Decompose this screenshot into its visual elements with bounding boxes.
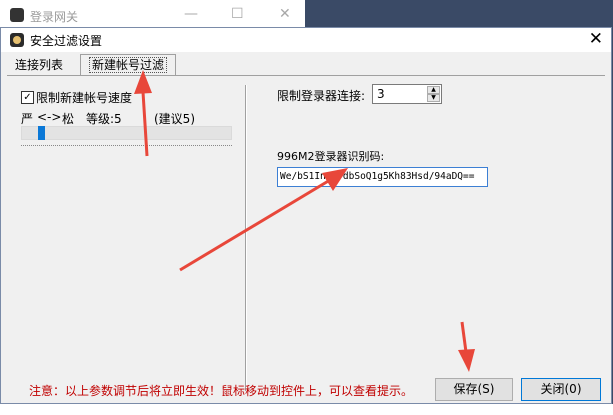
limit-connections-spinner[interactable]: 3 ▲ ▼ xyxy=(372,84,442,104)
speed-slider[interactable] xyxy=(21,126,232,140)
speed-strict-label: 严 xyxy=(21,112,34,126)
limit-connections-value[interactable]: 3 xyxy=(377,87,385,101)
limit-speed-label: 限制新建帐号速度 xyxy=(36,91,133,105)
spinner-down-icon[interactable]: ▼ xyxy=(427,94,440,102)
speed-suggest-text: (建议5) xyxy=(154,112,195,126)
spinner-up-icon[interactable]: ▲ xyxy=(427,86,440,94)
speed-loose-label: 松 xyxy=(62,112,75,126)
close-icon[interactable]: ✕ xyxy=(589,29,603,49)
speed-arrows-label: <-> xyxy=(37,110,62,124)
save-button[interactable]: 保存(S) xyxy=(435,378,513,401)
dialog-title: 安全过滤设置 xyxy=(30,34,103,48)
background-window-title: 登录网关 xyxy=(30,10,79,24)
tab-panel-border xyxy=(7,75,605,76)
tab-new-account-filter[interactable]: 新建帐号过滤 xyxy=(80,54,177,76)
tab-new-account-filter-label: 新建帐号过滤 xyxy=(89,57,168,73)
slider-ticks xyxy=(21,145,232,149)
speed-level-text: 等级:5 xyxy=(86,112,122,126)
launcher-code-input[interactable]: We/bS1In8Y+dbSoQ1g5Kh83Hsd/94aDQ== xyxy=(277,167,488,187)
speed-slider-thumb[interactable] xyxy=(38,126,45,140)
launcher-code-label: 996M2登录器识别码: xyxy=(277,150,385,163)
limit-connections-label: 限制登录器连接: xyxy=(277,89,366,103)
maximize-icon[interactable]: ☐ xyxy=(231,6,244,22)
notice-text: 注意：以上参数调节后将立即生效！鼠标移动到控件上，可以查看提示。 xyxy=(29,384,414,398)
close-icon[interactable]: ✕ xyxy=(279,6,291,22)
limit-speed-checkbox[interactable]: ✓ xyxy=(21,91,34,104)
app-icon xyxy=(10,33,24,47)
app-icon xyxy=(10,8,24,22)
background-bottom-strip xyxy=(0,404,613,415)
spinner-buttons: ▲ ▼ xyxy=(427,86,440,102)
tab-bar: 连接列表 新建帐号过滤 xyxy=(7,54,607,76)
dialog-titlebar: 安全过滤设置 ✕ xyxy=(1,28,611,52)
minimize-icon[interactable]: — xyxy=(184,6,198,22)
close-button[interactable]: 关闭(0) xyxy=(521,378,601,401)
panel-divider xyxy=(245,85,247,391)
tab-connection-list[interactable]: 连接列表 xyxy=(9,56,69,74)
security-filter-dialog: 安全过滤设置 ✕ 连接列表 新建帐号过滤 ✓ 限制新建帐号速度 严 <-> 松 … xyxy=(0,27,612,404)
